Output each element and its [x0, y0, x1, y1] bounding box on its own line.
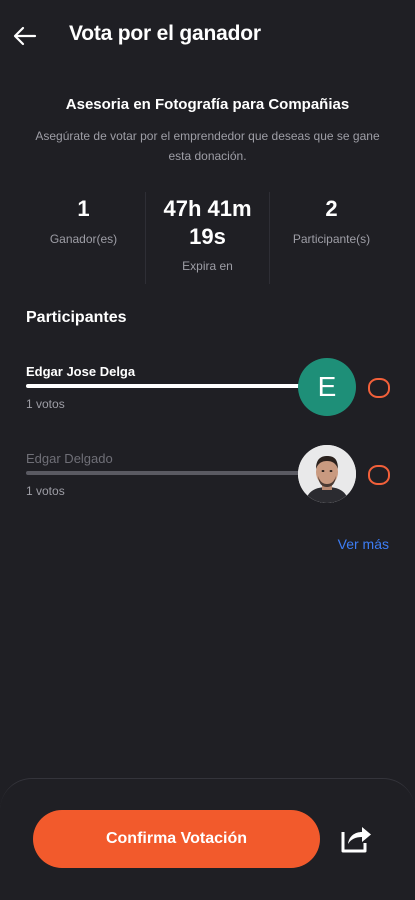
campaign-title: Asesoria en Fotografía para Compañias	[65, 96, 350, 113]
participant-name: Edgar Jose Delga	[26, 364, 136, 379]
participant-name: Edgar Delgado	[26, 451, 113, 466]
participants-value: 2	[325, 196, 338, 221]
expiry-label: Expira en	[182, 259, 233, 273]
participants-label: Participante(s)	[292, 232, 371, 246]
page-title: Vota por el ganador	[69, 22, 261, 45]
vote-radio[interactable]	[368, 378, 390, 398]
winners-value: 1	[77, 196, 90, 221]
stats-row: 1 Ganador(es) 47h 41m 19s Expira en 2 Pa…	[22, 192, 393, 284]
back-button[interactable]	[10, 20, 42, 52]
participant-votes: 1 votos	[26, 484, 65, 498]
participants-section-title: Participantes	[26, 309, 127, 326]
vote-screen: Vota por el ganador Asesoria en Fotograf…	[0, 0, 415, 900]
vote-progress-bar	[26, 471, 316, 475]
share-button[interactable]	[338, 822, 374, 854]
time-remaining-hours: 47h 41m	[163, 196, 252, 221]
campaign-description: Asegúrate de votar por el emprendedor qu…	[35, 129, 380, 163]
see-more-link[interactable]: Ver más	[338, 536, 389, 552]
share-icon	[341, 827, 371, 853]
avatar: E	[298, 358, 356, 416]
avatar	[298, 445, 356, 503]
header: Vota por el ganador	[0, 0, 415, 72]
stat-participants: 2 Participante(s)	[270, 192, 393, 284]
participant-item[interactable]: Edgar Delgado 1 votos	[0, 445, 415, 515]
vote-progress-bar	[26, 384, 316, 388]
time-remaining-seconds: 19s	[189, 224, 226, 249]
participant-item[interactable]: Edgar Jose Delga 1 votos E	[0, 358, 415, 428]
stat-winners: 1 Ganador(es)	[22, 192, 145, 284]
arrow-left-icon	[13, 26, 37, 46]
winners-label: Ganador(es)	[49, 232, 118, 246]
vote-radio[interactable]	[368, 465, 390, 485]
stat-expiry: 47h 41m 19s Expira en	[145, 192, 270, 284]
person-photo-icon	[298, 445, 356, 503]
confirm-vote-button[interactable]: Confirma Votación	[33, 810, 320, 868]
participant-votes: 1 votos	[26, 397, 65, 411]
